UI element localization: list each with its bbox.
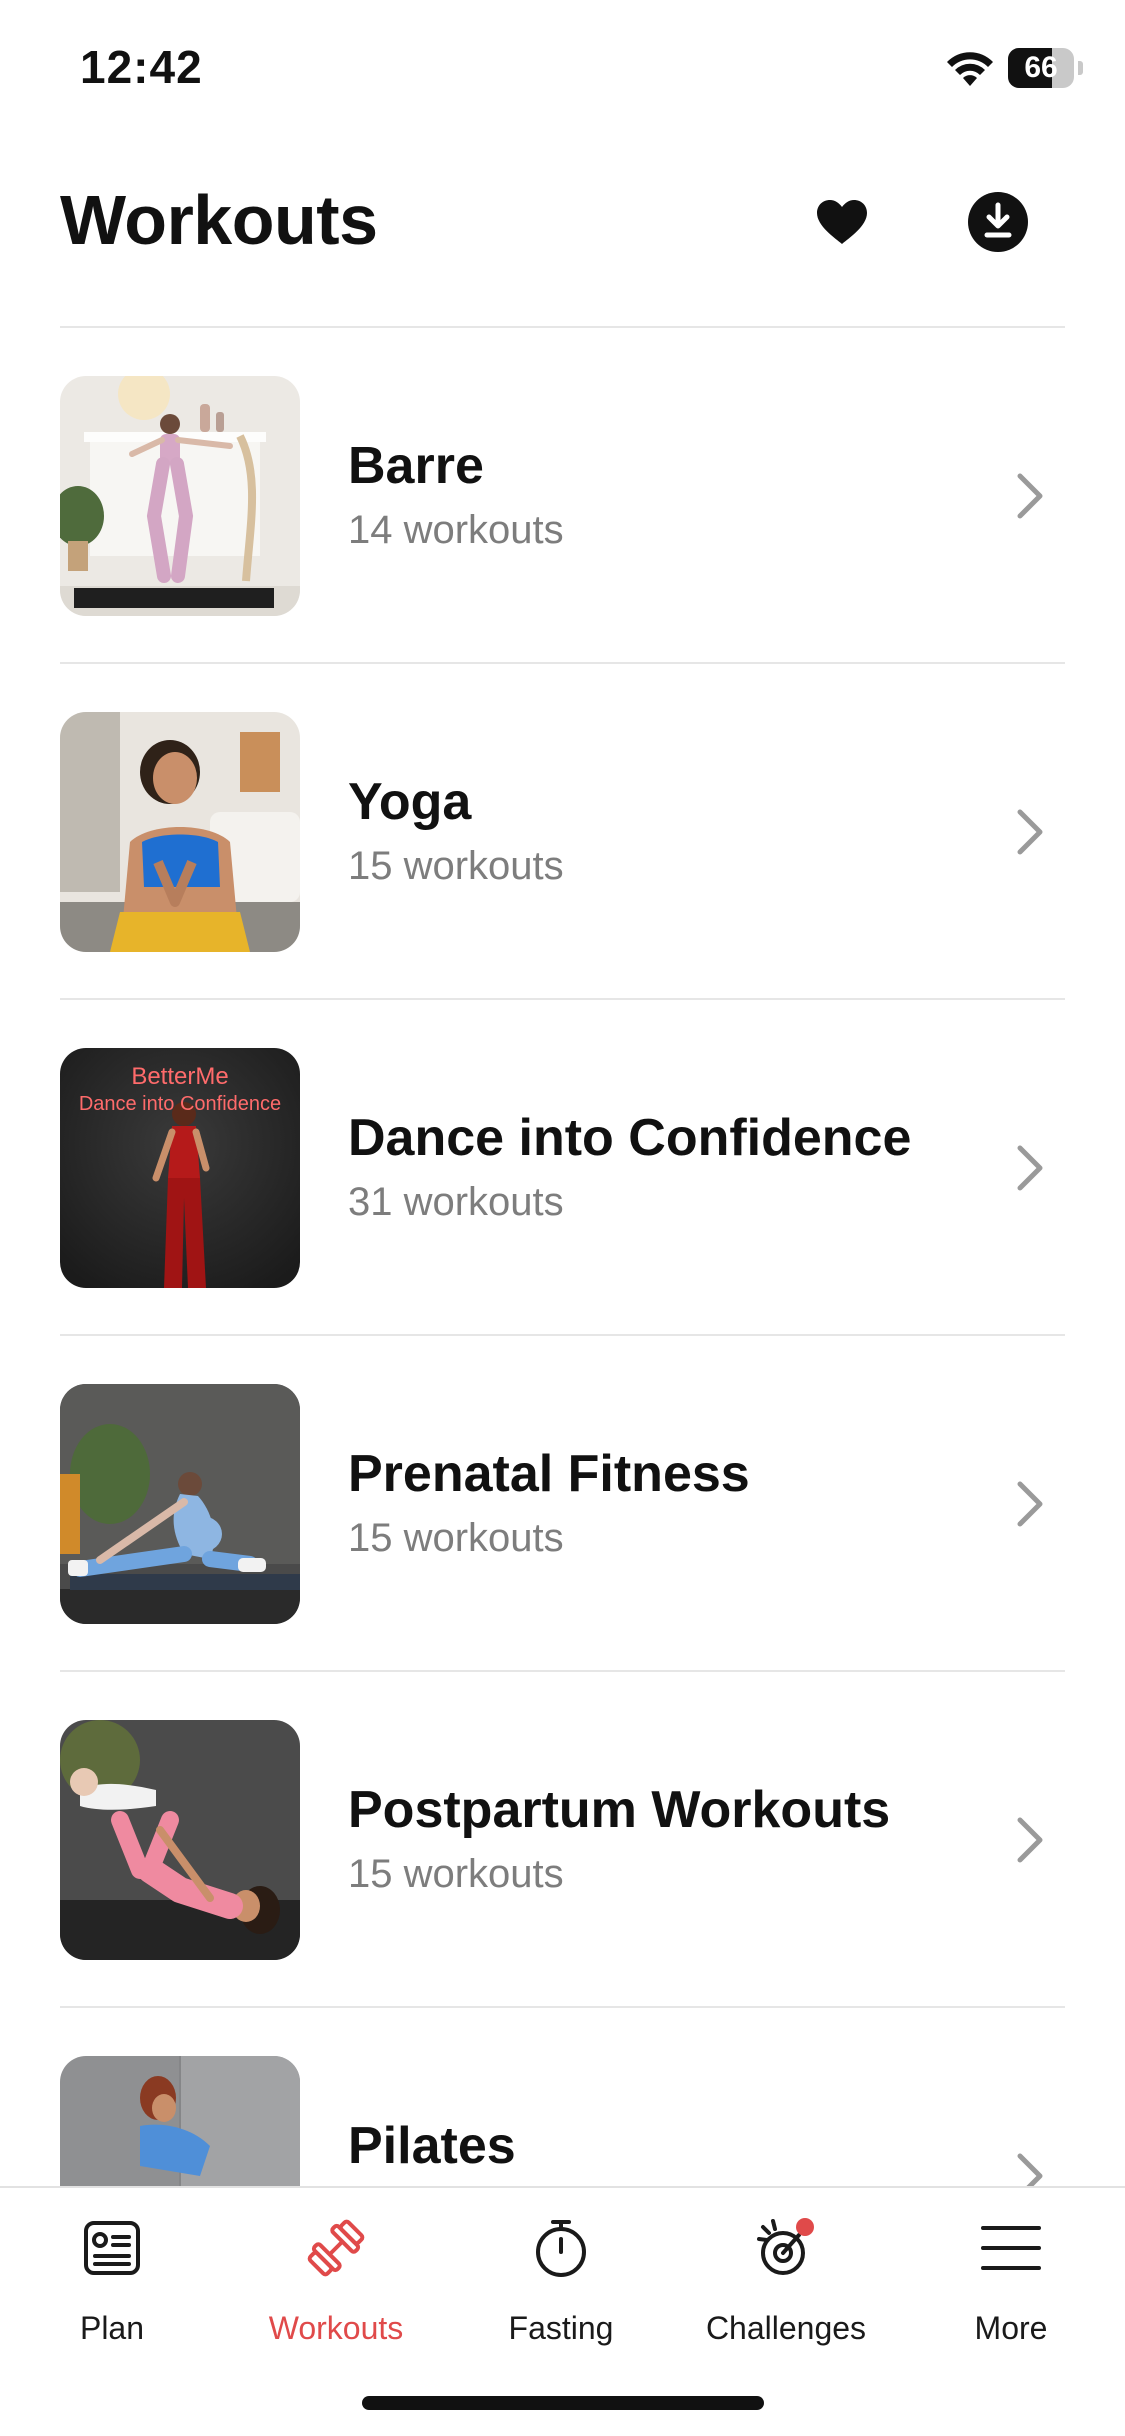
downloads-button[interactable] [966,190,1030,254]
postpartum-photo [60,1720,300,1960]
yoga-photo [60,712,300,952]
image-neon-text-brand: BetterMe [131,1063,228,1090]
workout-category-list[interactable]: Barre 14 workouts Yoga 15 workouts Bette… [0,328,1125,2186]
stopwatch-icon [521,2208,601,2288]
plan-icon [72,2208,152,2288]
category-workout-count: 15 workouts [348,1516,564,1560]
favorites-button[interactable] [810,190,874,254]
home-indicator[interactable] [362,2396,764,2410]
category-item-dance-into-confidence[interactable]: BetterMe Dance into Confidence Dance int… [60,1000,1065,1336]
notification-dot [796,2218,814,2236]
prenatal-photo [60,1384,300,1624]
dance-photo: BetterMe Dance into Confidence [60,1048,300,1288]
category-title: Postpartum Workouts [348,1781,891,1839]
chevron-right-icon [1017,1145,1043,1191]
category-title: Barre [348,437,484,495]
barre-photo [60,376,300,616]
category-item-pilates[interactable]: Pilates [60,2008,1065,2186]
tab-plan[interactable]: Plan [12,2208,212,2358]
menu-icon [971,2208,1051,2288]
category-item-prenatal-fitness[interactable]: Prenatal Fitness 15 workouts [60,1336,1065,1672]
category-title: Yoga [348,773,472,831]
category-workout-count: 15 workouts [348,1852,564,1896]
battery-level: 66 [1024,51,1058,84]
status-time: 12:42 [80,41,203,93]
chevron-right-icon [1017,1481,1043,1527]
tab-fasting[interactable]: Fasting [461,2208,661,2358]
battery-indicator: 66 [1008,48,1084,88]
chevron-right-icon [1017,1817,1043,1863]
chevron-right-icon [1017,473,1043,519]
category-title: Pilates [348,2117,516,2175]
category-item-yoga[interactable]: Yoga 15 workouts [60,664,1065,1000]
chevron-right-icon [1017,809,1043,855]
tab-label: Challenges [705,2310,867,2346]
category-title: Prenatal Fitness [348,1445,750,1503]
category-title: Dance into Confidence [348,1109,912,1167]
tab-label: Workouts [268,2310,404,2346]
tab-more[interactable]: More [911,2208,1111,2358]
chevron-right-icon [1017,2153,1043,2186]
download-icon [968,192,1028,252]
heart-icon [817,200,867,244]
image-neon-text-program: Dance into Confidence [79,1093,281,1115]
tab-label: More [974,2310,1048,2346]
category-workout-count: 14 workouts [348,508,564,552]
tab-workouts[interactable]: Workouts [236,2208,436,2358]
tab-challenges[interactable]: Challenges [686,2208,886,2358]
tab-label: Plan [79,2310,145,2346]
target-icon [746,2208,826,2288]
category-workout-count: 15 workouts [348,844,564,888]
tab-label: Fasting [508,2310,614,2346]
status-bar: 12:42 66 [0,0,1125,140]
wifi-icon [947,52,993,86]
category-item-barre[interactable]: Barre 14 workouts [60,328,1065,664]
category-workout-count: 31 workouts [348,1180,564,1224]
category-item-postpartum-workouts[interactable]: Postpartum Workouts 15 workouts [60,1672,1065,2008]
pilates-photo [60,2056,300,2186]
page-title: Workouts [60,181,378,259]
dumbbell-icon [296,2208,376,2288]
